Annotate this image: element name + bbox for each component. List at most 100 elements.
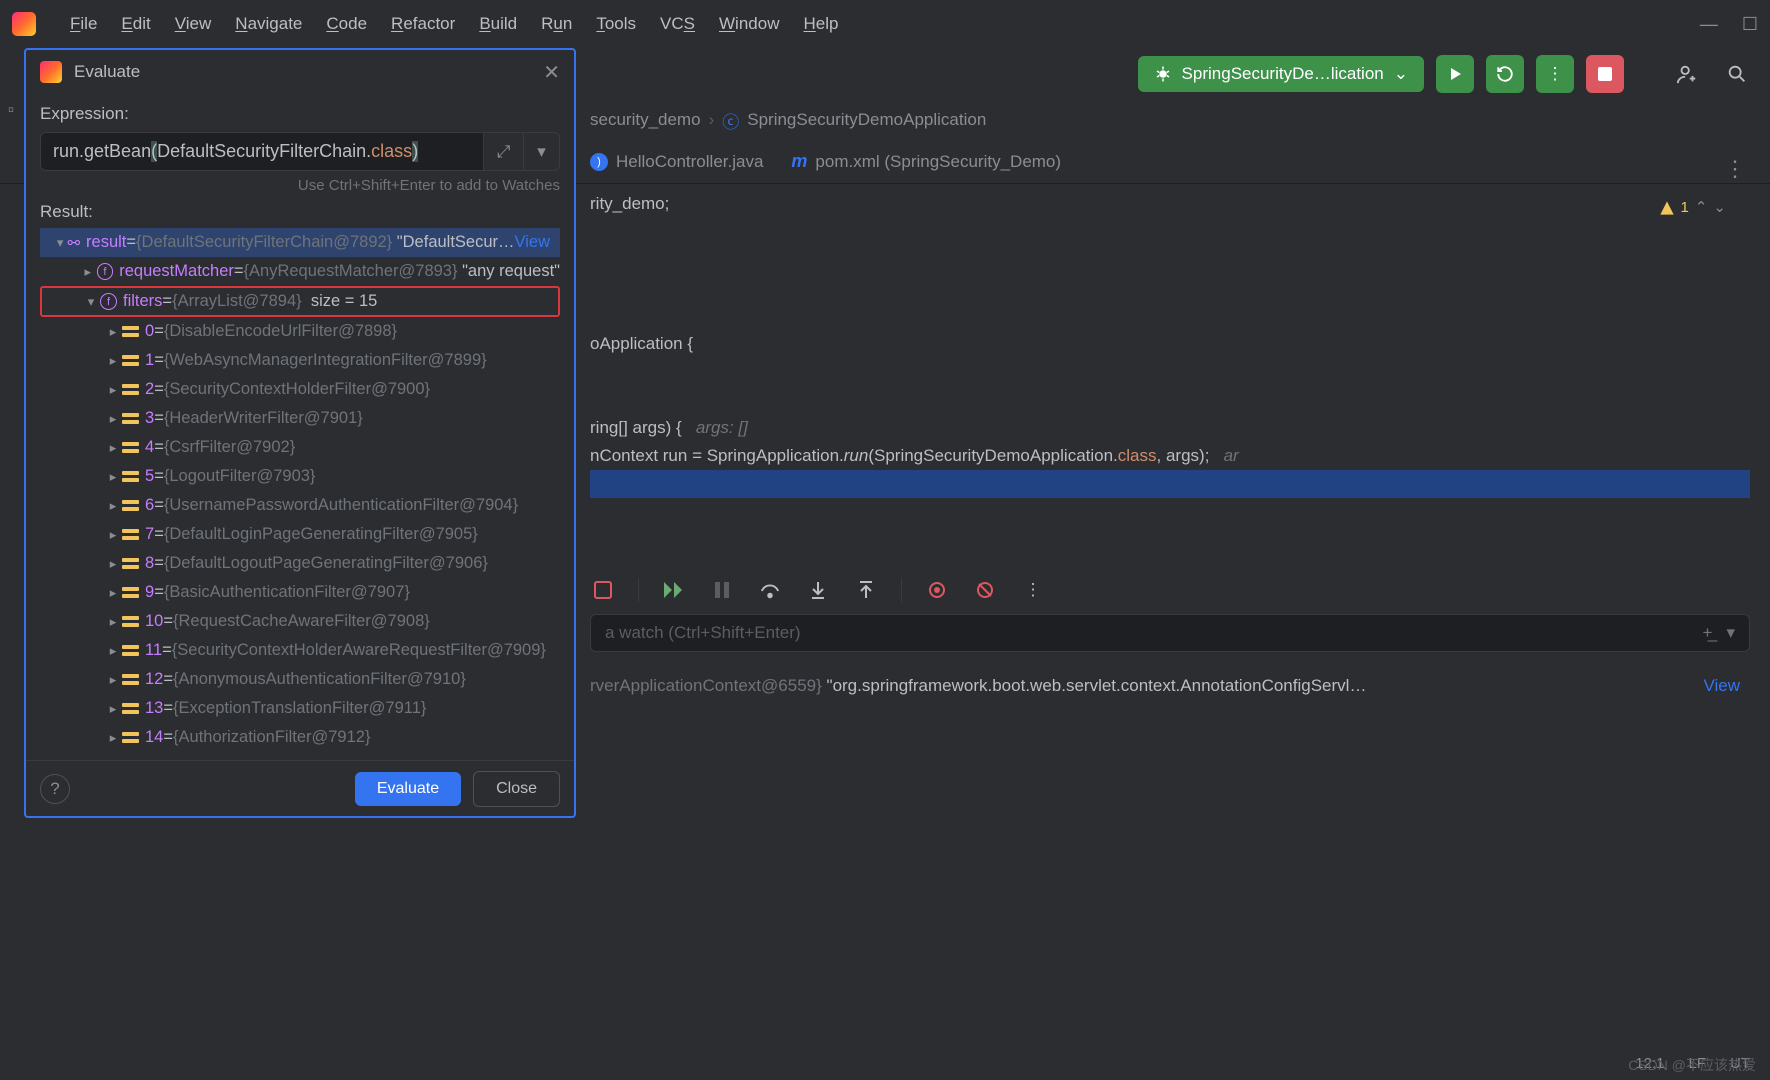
tree-row-filters[interactable]: f filters = {ArrayList@7894} size = 15: [40, 286, 560, 317]
add-watch-icon[interactable]: +̲: [1703, 623, 1713, 643]
evaluate-button[interactable]: Evaluate: [355, 772, 461, 806]
history-dropdown-icon[interactable]: ▾: [524, 132, 560, 171]
app-logo: [12, 12, 36, 36]
menu-tools[interactable]: Tools: [586, 10, 646, 38]
code-editor[interactable]: 1 ⌃⌄ rity_demo; oApplication { ring[] ar…: [590, 190, 1750, 498]
chevron-right-icon[interactable]: [104, 643, 122, 659]
chevron-right-icon[interactable]: [104, 382, 122, 398]
window-maximize[interactable]: ☐: [1742, 14, 1758, 35]
more-run-button[interactable]: ⋮: [1536, 55, 1574, 93]
mute-breakpoints-icon[interactable]: [972, 577, 998, 603]
close-button[interactable]: Close: [473, 771, 560, 807]
chevron-right-icon[interactable]: [104, 411, 122, 427]
chevron-right-icon[interactable]: [104, 469, 122, 485]
chevron-right-icon: ›: [709, 110, 715, 130]
tree-row[interactable]: 1 = {WebAsyncManagerIntegrationFilter@78…: [40, 346, 560, 375]
tree-row[interactable]: 2 = {SecurityContextHolderFilter@7900}: [40, 375, 560, 404]
tree-row[interactable]: 7 = {DefaultLoginPageGeneratingFilter@79…: [40, 520, 560, 549]
chevron-right-icon[interactable]: [104, 614, 122, 630]
tree-root[interactable]: ⚯ result = {DefaultSecurityFilterChain@7…: [40, 228, 560, 257]
tree-row[interactable]: 12 = {AnonymousAuthenticationFilter@7910…: [40, 665, 560, 694]
menu-vcs[interactable]: VCS: [650, 10, 705, 38]
chevron-right-icon[interactable]: [104, 701, 122, 717]
tree-row[interactable]: 13 = {ExceptionTranslationFilter@7911}: [40, 694, 560, 723]
chevron-right-icon[interactable]: [104, 730, 122, 746]
tree-row[interactable]: 11 = {SecurityContextHolderAwareRequestF…: [40, 636, 560, 665]
menu-view[interactable]: View: [165, 10, 222, 38]
run-config-selector[interactable]: SpringSecurityDe…lication ⌄: [1138, 56, 1424, 92]
tree-row[interactable]: 3 = {HeaderWriterFilter@7901}: [40, 404, 560, 433]
menu-run[interactable]: Run: [531, 10, 582, 38]
close-icon[interactable]: ✕: [543, 60, 560, 85]
result-tree[interactable]: ⚯ result = {DefaultSecurityFilterChain@7…: [40, 228, 560, 760]
array-icon: [122, 324, 139, 339]
tab-pom-xml[interactable]: m pom.xml (SpringSecurity_Demo): [791, 151, 1061, 172]
array-icon: [122, 527, 139, 542]
view-link[interactable]: View: [515, 233, 560, 252]
menu-file[interactable]: File: [60, 10, 107, 38]
menu-window[interactable]: Window: [709, 10, 789, 38]
array-icon: [122, 672, 139, 687]
help-icon[interactable]: ?: [40, 774, 70, 804]
chevron-right-icon[interactable]: [104, 585, 122, 601]
warning-badge[interactable]: 1 ⌃⌄: [1659, 194, 1727, 222]
chevron-right-icon[interactable]: [104, 440, 122, 456]
add-user-icon[interactable]: [1668, 55, 1706, 93]
stop-debug-icon[interactable]: [590, 577, 616, 603]
step-into-icon[interactable]: [805, 577, 831, 603]
chevron-right-icon[interactable]: [79, 264, 97, 280]
breadcrumb-parent[interactable]: security_demo: [590, 110, 701, 130]
breakpoint-icon[interactable]: [924, 577, 950, 603]
tree-row[interactable]: 5 = {LogoutFilter@7903}: [40, 462, 560, 491]
run-button[interactable]: [1436, 55, 1474, 93]
array-icon: [122, 411, 139, 426]
tree-row[interactable]: 8 = {DefaultLogoutPageGeneratingFilter@7…: [40, 549, 560, 578]
chevron-down-icon[interactable]: [82, 294, 100, 310]
tab-menu-icon[interactable]: ⋮: [1724, 156, 1746, 182]
array-icon: [122, 701, 139, 716]
chevron-right-icon[interactable]: [104, 324, 122, 340]
expand-icon[interactable]: ⤢: [484, 132, 524, 171]
watch-dropdown-icon[interactable]: ▾: [1726, 623, 1735, 643]
step-out-icon[interactable]: [853, 577, 879, 603]
tree-row[interactable]: 10 = {RequestCacheAwareFilter@7908}: [40, 607, 560, 636]
variable-row[interactable]: rverApplicationContext@6559} "org.spring…: [590, 676, 1750, 696]
step-over-icon[interactable]: [757, 577, 783, 603]
project-tool-icon[interactable]: ▫: [8, 100, 32, 124]
chevron-down-icon[interactable]: [53, 235, 68, 251]
tree-row[interactable]: 9 = {BasicAuthenticationFilter@7907}: [40, 578, 560, 607]
rerun-button[interactable]: [1486, 55, 1524, 93]
tree-row[interactable]: f requestMatcher = {AnyRequestMatcher@78…: [40, 257, 560, 286]
menu-navigate[interactable]: Navigate: [225, 10, 312, 38]
menu-build[interactable]: Build: [469, 10, 527, 38]
chevron-right-icon[interactable]: [104, 556, 122, 572]
code-line: nContext run = SpringApplication.run(Spr…: [590, 442, 1750, 470]
pause-icon[interactable]: [709, 577, 735, 603]
stop-button[interactable]: [1586, 55, 1624, 93]
resume-icon[interactable]: [661, 577, 687, 603]
debug-more-icon[interactable]: ⋮: [1020, 577, 1046, 603]
chevron-right-icon[interactable]: [104, 353, 122, 369]
menu-code[interactable]: Code: [316, 10, 377, 38]
tree-row[interactable]: 14 = {AuthorizationFilter@7912}: [40, 723, 560, 752]
tab-hello-controller[interactable]: ) HelloController.java: [590, 152, 763, 172]
tree-row[interactable]: 4 = {CsrfFilter@7902}: [40, 433, 560, 462]
search-icon[interactable]: [1718, 55, 1756, 93]
window-minimize[interactable]: —: [1700, 14, 1718, 35]
tree-row[interactable]: 0 = {DisableEncodeUrlFilter@7898}: [40, 317, 560, 346]
watch-input[interactable]: a watch (Ctrl+Shift+Enter) +̲ ▾: [590, 614, 1750, 652]
menu-edit[interactable]: Edit: [111, 10, 160, 38]
chevron-down-icon: ⌄: [1394, 64, 1408, 84]
menu-help[interactable]: Help: [793, 10, 848, 38]
status-bar: 12:1 LF UT CSDN @不应该热爱: [1615, 1046, 1770, 1080]
chevron-right-icon[interactable]: [104, 672, 122, 688]
view-link[interactable]: View: [1703, 676, 1750, 696]
tree-row[interactable]: 6 = {UsernamePasswordAuthenticationFilte…: [40, 491, 560, 520]
expression-input[interactable]: run.getBean(DefaultSecurityFilterChain.c…: [40, 132, 484, 171]
maven-icon: m: [791, 151, 807, 172]
chevron-right-icon[interactable]: [104, 498, 122, 514]
breadcrumb-file[interactable]: SpringSecurityDemoApplication: [747, 110, 986, 130]
watermark: CSDN @不应该热爱: [1628, 1055, 1756, 1075]
chevron-right-icon[interactable]: [104, 527, 122, 543]
menu-refactor[interactable]: Refactor: [381, 10, 465, 38]
